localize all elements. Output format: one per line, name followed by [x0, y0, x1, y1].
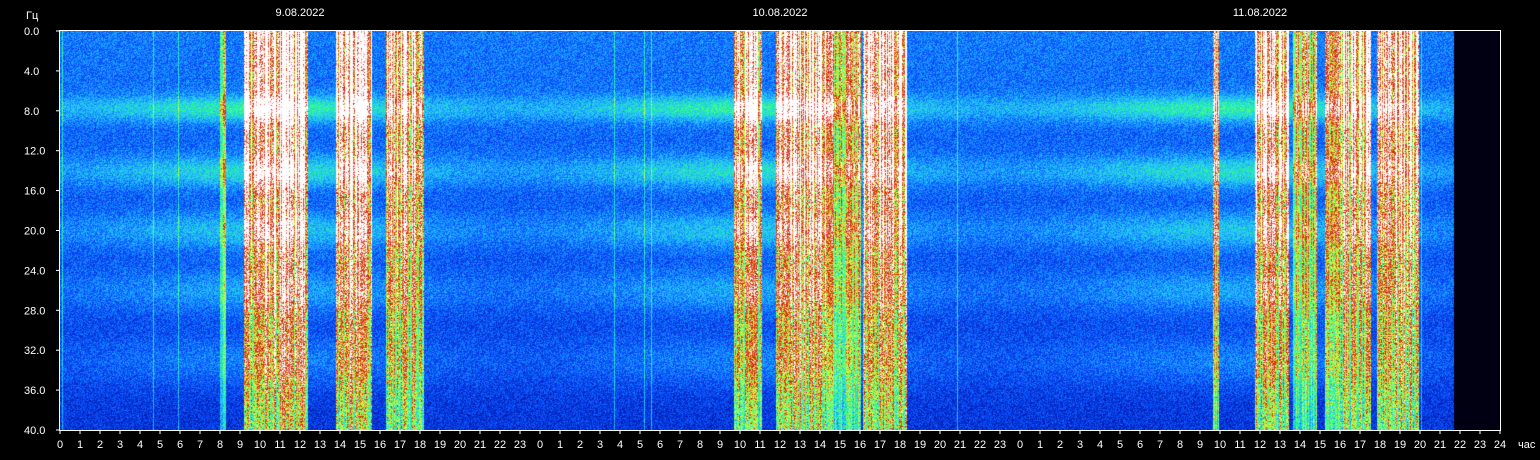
x-tick-label: 13 [314, 439, 326, 451]
y-tick-label: 28.0 [24, 305, 45, 317]
x-tick-label: 20 [1414, 439, 1426, 451]
date-labels: 9.08.2022 10.08.2022 11.08.2022 [276, 7, 1288, 19]
x-tick-label: 16 [374, 439, 386, 451]
x-tick-label: 10 [254, 439, 266, 451]
x-tick-label: 2 [1057, 439, 1063, 451]
x-tick-label: 21 [474, 439, 486, 451]
spectrogram-image [59, 30, 1501, 431]
y-axis-label: Гц [26, 10, 39, 22]
x-tick-label: 11 [274, 439, 285, 451]
x-tick-label: 6 [1137, 439, 1143, 451]
y-axis-ticks: 0.0 4.0 8.0 12.0 16.0 20.0 24.0 28.0 32.0 36.0 40.… [24, 26, 60, 437]
x-tick-label: 14 [814, 439, 826, 451]
x-tick-label: 12 [294, 439, 306, 451]
x-tick-label: 22 [1454, 439, 1466, 451]
x-tick-label: 8 [1177, 439, 1183, 451]
x-tick-label: 19 [1394, 439, 1406, 451]
x-tick-label: 19 [914, 439, 926, 451]
x-tick-label: 13 [794, 439, 806, 451]
x-axis-label: час [1518, 439, 1536, 451]
x-tick-label: 3 [597, 439, 603, 451]
x-tick-label: 22 [494, 439, 506, 451]
x-tick-label: 0 [1017, 439, 1023, 451]
x-tick-label: 16 [854, 439, 866, 451]
x-tick-label: 9 [717, 439, 723, 451]
x-tick-label: 18 [1374, 439, 1386, 451]
x-tick-label: 1 [1037, 439, 1043, 451]
x-tick-label: 7 [677, 439, 683, 451]
x-tick-label: 15 [1314, 439, 1326, 451]
x-tick-label: 4 [137, 439, 143, 451]
y-tick-label: 24.0 [24, 265, 45, 277]
x-tick-label: 12 [774, 439, 786, 451]
x-tick-label: 17 [874, 439, 886, 451]
x-tick-label: 9 [1197, 439, 1203, 451]
x-tick-label: 5 [1117, 439, 1123, 451]
x-tick-label: 20 [454, 439, 466, 451]
spectrogram-chart: 9.08.2022 10.08.2022 11.08.2022 Гц 0.0 4.0 8… [24, 7, 1536, 451]
y-tick-label: 36.0 [24, 385, 45, 397]
x-tick-label: 18 [894, 439, 906, 451]
y-tick-label: 40.0 [24, 425, 45, 437]
x-tick-label: 4 [617, 439, 623, 451]
x-tick-label: 15 [354, 439, 366, 451]
x-tick-label: 2 [97, 439, 103, 451]
x-tick-label: 17 [394, 439, 406, 451]
y-tick-label: 32.0 [24, 345, 45, 357]
x-tick-label: 21 [1434, 439, 1446, 451]
x-tick-label: 5 [157, 439, 163, 451]
date-label: 10.08.2022 [752, 7, 807, 19]
x-tick-label: 19 [434, 439, 446, 451]
x-tick-label: 13 [1274, 439, 1286, 451]
x-tick-label: 23 [994, 439, 1006, 451]
x-tick-label: 21 [954, 439, 966, 451]
y-tick-label: 8.0 [24, 106, 39, 118]
y-tick-label: 20.0 [24, 226, 45, 238]
x-tick-label: 7 [1157, 439, 1163, 451]
x-tick-label: 20 [934, 439, 946, 451]
x-tick-label: 3 [1077, 439, 1083, 451]
x-tick-label: 6 [657, 439, 663, 451]
x-tick-label: 12 [1254, 439, 1266, 451]
x-tick-label: 4 [1097, 439, 1103, 451]
x-tick-label: 0 [57, 439, 63, 451]
x-tick-label: 23 [1474, 439, 1486, 451]
spectrogram-plot-area [59, 30, 1501, 431]
x-tick-label: 11 [754, 439, 765, 451]
x-tick-label: 16 [1334, 439, 1346, 451]
x-tick-label: 8 [697, 439, 703, 451]
y-tick-label: 0.0 [24, 26, 39, 38]
x-tick-label: 14 [1294, 439, 1306, 451]
date-label: 9.08.2022 [276, 7, 325, 19]
x-tick-label: 8 [217, 439, 223, 451]
x-tick-label: 15 [834, 439, 846, 451]
x-tick-label: 9 [237, 439, 243, 451]
x-tick-label: 23 [514, 439, 526, 451]
x-tick-label: 2 [577, 439, 583, 451]
y-tick-label: 16.0 [24, 186, 45, 198]
x-tick-label: 22 [974, 439, 986, 451]
x-tick-label: 14 [334, 439, 346, 451]
x-tick-label: 1 [557, 439, 563, 451]
x-tick-label: 7 [197, 439, 203, 451]
x-tick-label: 3 [117, 439, 123, 451]
x-tick-label: 1 [77, 439, 83, 451]
x-tick-label: 0 [537, 439, 543, 451]
x-axis-ticks: 0 1 2 3 4 5 6 7 8 9 10 11 12 13 14 15 16 17 18 19 20 21 22 23 0 1… [57, 430, 1506, 451]
y-tick-label: 12.0 [24, 146, 45, 158]
date-label: 11.08.2022 [1233, 7, 1287, 19]
x-tick-label: 17 [1354, 439, 1366, 451]
x-tick-label: 18 [414, 439, 426, 451]
x-tick-label: 5 [637, 439, 643, 451]
x-tick-label: 6 [177, 439, 183, 451]
x-tick-label: 10 [734, 439, 746, 451]
x-tick-label: 24 [1494, 439, 1506, 451]
y-tick-label: 4.0 [24, 66, 39, 78]
x-tick-label: 10 [1214, 439, 1226, 451]
x-tick-label: 11 [1234, 439, 1245, 451]
